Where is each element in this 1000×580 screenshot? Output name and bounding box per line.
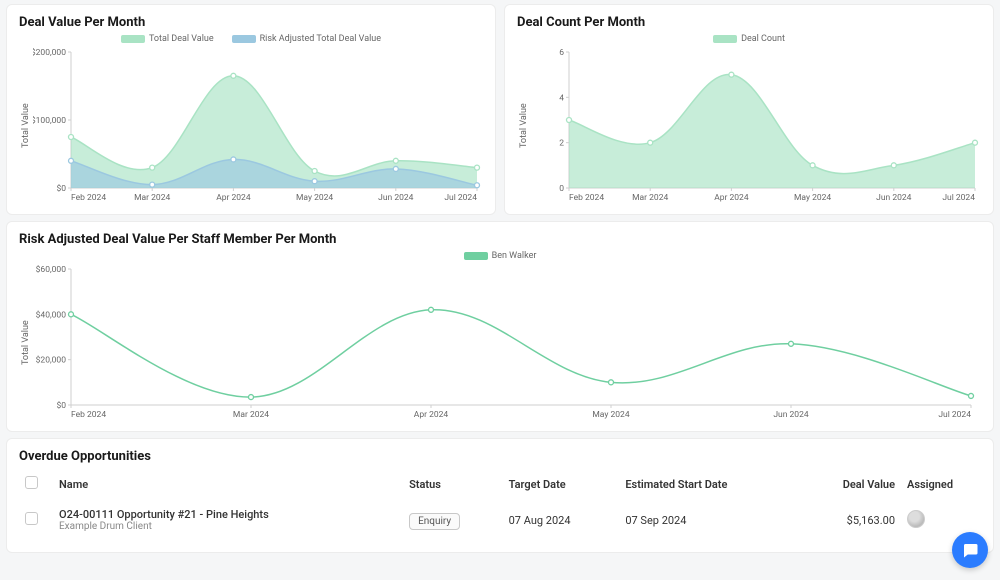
opportunity-client: Example Drum Client [59, 521, 397, 532]
svg-text:$40,000: $40,000 [36, 309, 67, 320]
svg-text:$0: $0 [56, 400, 66, 411]
row-checkbox[interactable] [25, 512, 38, 525]
svg-text:May 2024: May 2024 [794, 193, 831, 203]
svg-text:May 2024: May 2024 [296, 193, 333, 203]
chart-deal-value: $0 $100,000 $200,000 Feb 2024 Mar 2024 Apr 20… [33, 46, 483, 206]
col-name: Name [53, 468, 403, 500]
panel-title-risk-staff: Risk Adjusted Deal Value Per Staff Membe… [19, 232, 981, 247]
svg-text:6: 6 [559, 48, 564, 58]
legend-swatch-icon [232, 35, 256, 43]
table-header-row: Name Status Target Date Estimated Start … [19, 468, 981, 500]
legend-item-staff[interactable]: Ben Walker [464, 251, 537, 261]
panel-deal-value: Deal Value Per Month Total Deal Value Ri… [6, 4, 496, 215]
svg-text:Jun 2024: Jun 2024 [876, 193, 912, 203]
legend-swatch-icon [713, 35, 737, 43]
legend-deal-count: Deal Count [517, 34, 981, 44]
overdue-table: Name Status Target Date Estimated Start … [19, 468, 981, 540]
deal-value: $5,163.00 [799, 500, 901, 540]
col-status: Status [403, 468, 503, 500]
panel-deal-count: Deal Count Per Month Deal Count Total Va… [504, 4, 994, 215]
select-all-checkbox[interactable] [25, 476, 38, 489]
svg-text:Mar 2024: Mar 2024 [632, 193, 668, 203]
status-badge[interactable]: Enquiry [409, 513, 460, 530]
target-date: 07 Aug 2024 [503, 500, 620, 540]
svg-text:Feb 2024: Feb 2024 [71, 410, 106, 420]
legend-item-count[interactable]: Deal Count [713, 34, 785, 44]
svg-text:$60,000: $60,000 [36, 264, 67, 275]
table-row[interactable]: O24-00111 Opportunity #21 - Pine Heights… [19, 500, 981, 540]
svg-text:Feb 2024: Feb 2024 [569, 193, 604, 203]
svg-text:Jul 2024: Jul 2024 [938, 410, 971, 420]
panel-title-deal-value: Deal Value Per Month [19, 15, 483, 30]
svg-text:$0: $0 [56, 183, 66, 194]
svg-text:Jul 2024: Jul 2024 [444, 193, 477, 203]
svg-text:Jul 2024: Jul 2024 [942, 193, 975, 203]
ylabel-risk-staff: Total Value [19, 263, 33, 423]
svg-text:Jun 2024: Jun 2024 [773, 410, 809, 420]
svg-text:Mar 2024: Mar 2024 [134, 193, 170, 203]
col-assigned: Assigned [901, 468, 981, 500]
col-est-start: Estimated Start Date [619, 468, 799, 500]
legend-swatch-icon [121, 35, 145, 43]
svg-text:Apr 2024: Apr 2024 [216, 193, 251, 203]
svg-text:2: 2 [559, 139, 564, 149]
svg-text:4: 4 [559, 93, 564, 103]
svg-text:Mar 2024: Mar 2024 [233, 410, 269, 420]
chart-risk-staff: $0 $20,000 $40,000 $60,000 Feb 2024 Mar 2024 A… [33, 263, 977, 423]
col-target: Target Date [503, 468, 620, 500]
svg-text:0: 0 [559, 184, 564, 194]
svg-text:May 2024: May 2024 [592, 410, 629, 420]
ylabel-deal-value: Total Value [19, 46, 33, 206]
panel-risk-staff: Risk Adjusted Deal Value Per Staff Membe… [6, 221, 994, 432]
svg-text:$200,000: $200,000 [33, 47, 66, 58]
opportunity-name: O24-00111 Opportunity #21 - Pine Heights [59, 508, 397, 521]
svg-text:Apr 2024: Apr 2024 [714, 193, 749, 203]
legend-item-total[interactable]: Total Deal Value [121, 34, 214, 44]
help-chat-button[interactable] [952, 532, 988, 568]
est-start-date: 07 Sep 2024 [619, 500, 799, 540]
col-deal-value: Deal Value [799, 468, 901, 500]
chat-icon [961, 541, 979, 559]
svg-text:Apr 2024: Apr 2024 [414, 410, 449, 420]
ylabel-deal-count: Total Value [517, 46, 531, 206]
svg-text:$20,000: $20,000 [36, 355, 67, 366]
svg-text:Jun 2024: Jun 2024 [378, 193, 414, 203]
legend-risk-staff: Ben Walker [19, 251, 981, 261]
panel-title-deal-count: Deal Count Per Month [517, 15, 981, 30]
panel-overdue: Overdue Opportunities Name Status Target… [6, 438, 994, 553]
svg-text:$100,000: $100,000 [33, 115, 66, 126]
legend-item-risk[interactable]: Risk Adjusted Total Deal Value [232, 34, 381, 44]
legend-swatch-icon [464, 252, 488, 260]
panel-title-overdue: Overdue Opportunities [19, 449, 981, 464]
legend-deal-value: Total Deal Value Risk Adjusted Total Dea… [19, 34, 483, 44]
chart-deal-count: 0 2 4 6 Feb 2024 Mar 2024 Apr 2024 May 2024 Jun … [531, 46, 981, 206]
svg-text:Feb 2024: Feb 2024 [71, 193, 106, 203]
avatar[interactable] [907, 510, 925, 528]
